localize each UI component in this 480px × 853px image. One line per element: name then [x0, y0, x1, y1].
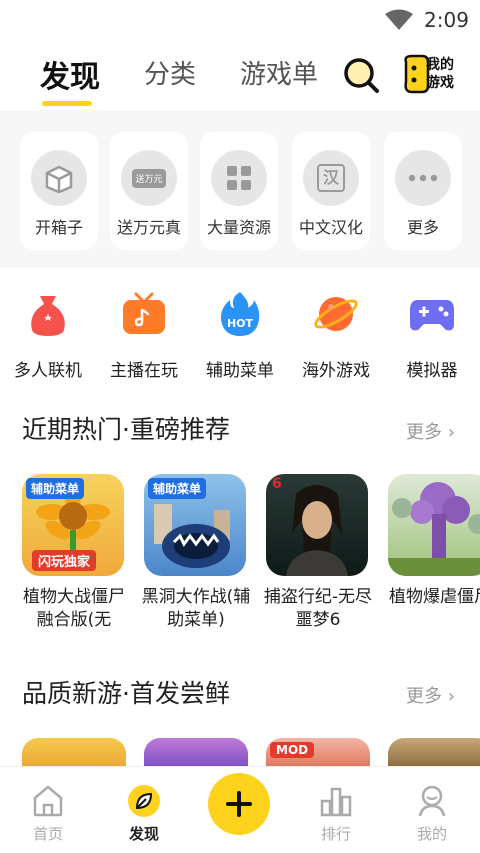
game-cover: 辅助菜单 [144, 474, 246, 576]
game-card[interactable]: 辅助菜单 黑洞大作战(辅助菜单) [142, 474, 250, 634]
quick-link-label: 中文汉化 [298, 218, 363, 237]
new-game-card[interactable] [22, 738, 126, 768]
tab-game-list[interactable]: 游戏单 [240, 54, 318, 91]
game-name: 黑洞大作战(辅助菜单) [141, 587, 251, 630]
mod-badge: MOD [270, 742, 315, 758]
my-games-label-line2: 游戏 [426, 75, 454, 91]
quick-link-label: 大量资源 [206, 218, 271, 237]
quick-link-open-box[interactable]: 开箱子 [20, 132, 98, 250]
game-card[interactable]: 植物爆虐僵尸 [388, 474, 480, 634]
home-icon [33, 785, 63, 817]
more-label: 更多 [406, 422, 442, 443]
chevron-right-icon: › [442, 686, 455, 707]
my-games-label-line1: 我的 [426, 57, 454, 73]
game-cover [388, 474, 480, 576]
game-cover: 6 [266, 474, 368, 576]
top-navigation: 发现 分类 游戏单 我的 游戏 [0, 38, 480, 110]
quick-links-panel: 开箱子 送万元 送万元真 大量资源 汉 中文汉化 更多 [0, 110, 480, 268]
box-icon [31, 150, 87, 206]
category-label: 辅助菜单 [206, 361, 274, 381]
bag-icon [31, 296, 65, 336]
game-name: 植物大战僵尸融合版(无 [23, 587, 125, 630]
bottom-nav-home[interactable]: 首页 [12, 783, 84, 853]
wifi-icon [385, 9, 413, 30]
hot-label: HOT [227, 317, 254, 330]
chinese-icon-text: 汉 [317, 164, 345, 192]
quick-link-resources[interactable]: 大量资源 [200, 132, 278, 250]
game-card[interactable]: 6 捕盗行纪-无尽噩梦6 [264, 474, 372, 634]
section-title-new: 品质新游·首发尝鲜 [22, 679, 230, 708]
search-icon[interactable] [342, 56, 380, 94]
gift-icon-text: 送万元 [132, 168, 166, 188]
game-corner-number: 6 [272, 476, 282, 492]
bottom-navigation: 首页 发现 排行 我的 [0, 766, 480, 853]
bottom-nav-label: 我的 [416, 825, 447, 843]
bottom-nav-label: 发现 [128, 825, 159, 843]
new-game-card[interactable] [144, 738, 248, 768]
section-hot-more-link[interactable]: 更多 › [406, 418, 455, 444]
chevron-right-icon: › [442, 422, 455, 443]
category-streamer[interactable]: 主播在玩 [96, 290, 192, 386]
zombie-tree-art-icon [388, 482, 480, 576]
quick-link-more[interactable]: 更多 [384, 132, 462, 250]
more-dots-icon [395, 150, 451, 206]
quick-link-label: 更多 [406, 218, 439, 237]
game-cover: 辅助菜单 闪玩独家 [22, 474, 124, 576]
add-button[interactable] [208, 773, 270, 835]
status-time: 2:09 [424, 8, 469, 32]
category-label: 模拟器 [406, 361, 458, 381]
category-overseas[interactable]: 海外游戏 [288, 290, 384, 386]
bottom-nav-label: 首页 [32, 825, 63, 843]
game-card[interactable]: 辅助菜单 闪玩独家 植物大战僵尸融合版(无 [22, 474, 126, 634]
quick-link-gift[interactable]: 送万元 送万元真 [110, 132, 188, 250]
more-label: 更多 [406, 686, 442, 707]
my-games-button[interactable]: 我的 游戏 [400, 52, 460, 96]
tv-icon [123, 292, 165, 334]
category-emulator[interactable]: 模拟器 [384, 290, 480, 386]
gift-icon: 送万元 [121, 150, 177, 206]
planet-icon [314, 297, 358, 331]
category-label: 海外游戏 [302, 361, 370, 381]
bottom-nav-discover[interactable]: 发现 [108, 783, 180, 853]
game-badge: 辅助菜单 [148, 478, 207, 499]
discover-leaf-icon [128, 785, 160, 817]
quick-link-chinese[interactable]: 汉 中文汉化 [292, 132, 370, 250]
new-game-card[interactable] [388, 738, 480, 768]
category-assist-menu[interactable]: HOT 辅助菜单 [192, 290, 288, 386]
status-bar: 2:09 [0, 0, 480, 38]
new-game-card[interactable]: MOD [266, 738, 370, 768]
game-badge: 辅助菜单 [26, 478, 85, 499]
gamepad-icon [410, 300, 454, 331]
section-title-hot: 近期热门·重磅推荐 [22, 415, 230, 444]
profile-icon [418, 785, 446, 817]
game-name: 植物爆虐僵尸 [389, 587, 480, 607]
tab-discover[interactable]: 发现 [40, 52, 100, 96]
category-multiplayer[interactable]: 多人联机 [0, 290, 96, 386]
category-row: 多人联机 主播在玩 HOT 辅助菜单 海外游戏 模拟器 [0, 282, 480, 382]
bottom-nav-label: 排行 [320, 825, 351, 843]
quick-link-label: 开箱子 [34, 218, 83, 237]
grid-icon [211, 150, 267, 206]
category-label: 主播在玩 [110, 361, 178, 381]
category-label: 多人联机 [14, 361, 82, 381]
bottom-nav-profile[interactable]: 我的 [396, 783, 468, 853]
active-tab-indicator [42, 101, 92, 106]
game-name: 捕盗行纪-无尽噩梦6 [263, 587, 373, 630]
section-new-more-link[interactable]: 更多 › [406, 682, 455, 708]
game-banner: 闪玩独家 [32, 550, 97, 571]
ranking-icon [320, 787, 352, 817]
chinese-icon: 汉 [303, 150, 359, 206]
tab-category[interactable]: 分类 [144, 54, 196, 91]
quick-link-label: 送万元真 [116, 218, 181, 237]
hot-flame-icon: HOT [221, 292, 260, 336]
plus-icon [226, 791, 252, 817]
bottom-nav-ranking[interactable]: 排行 [300, 783, 372, 853]
